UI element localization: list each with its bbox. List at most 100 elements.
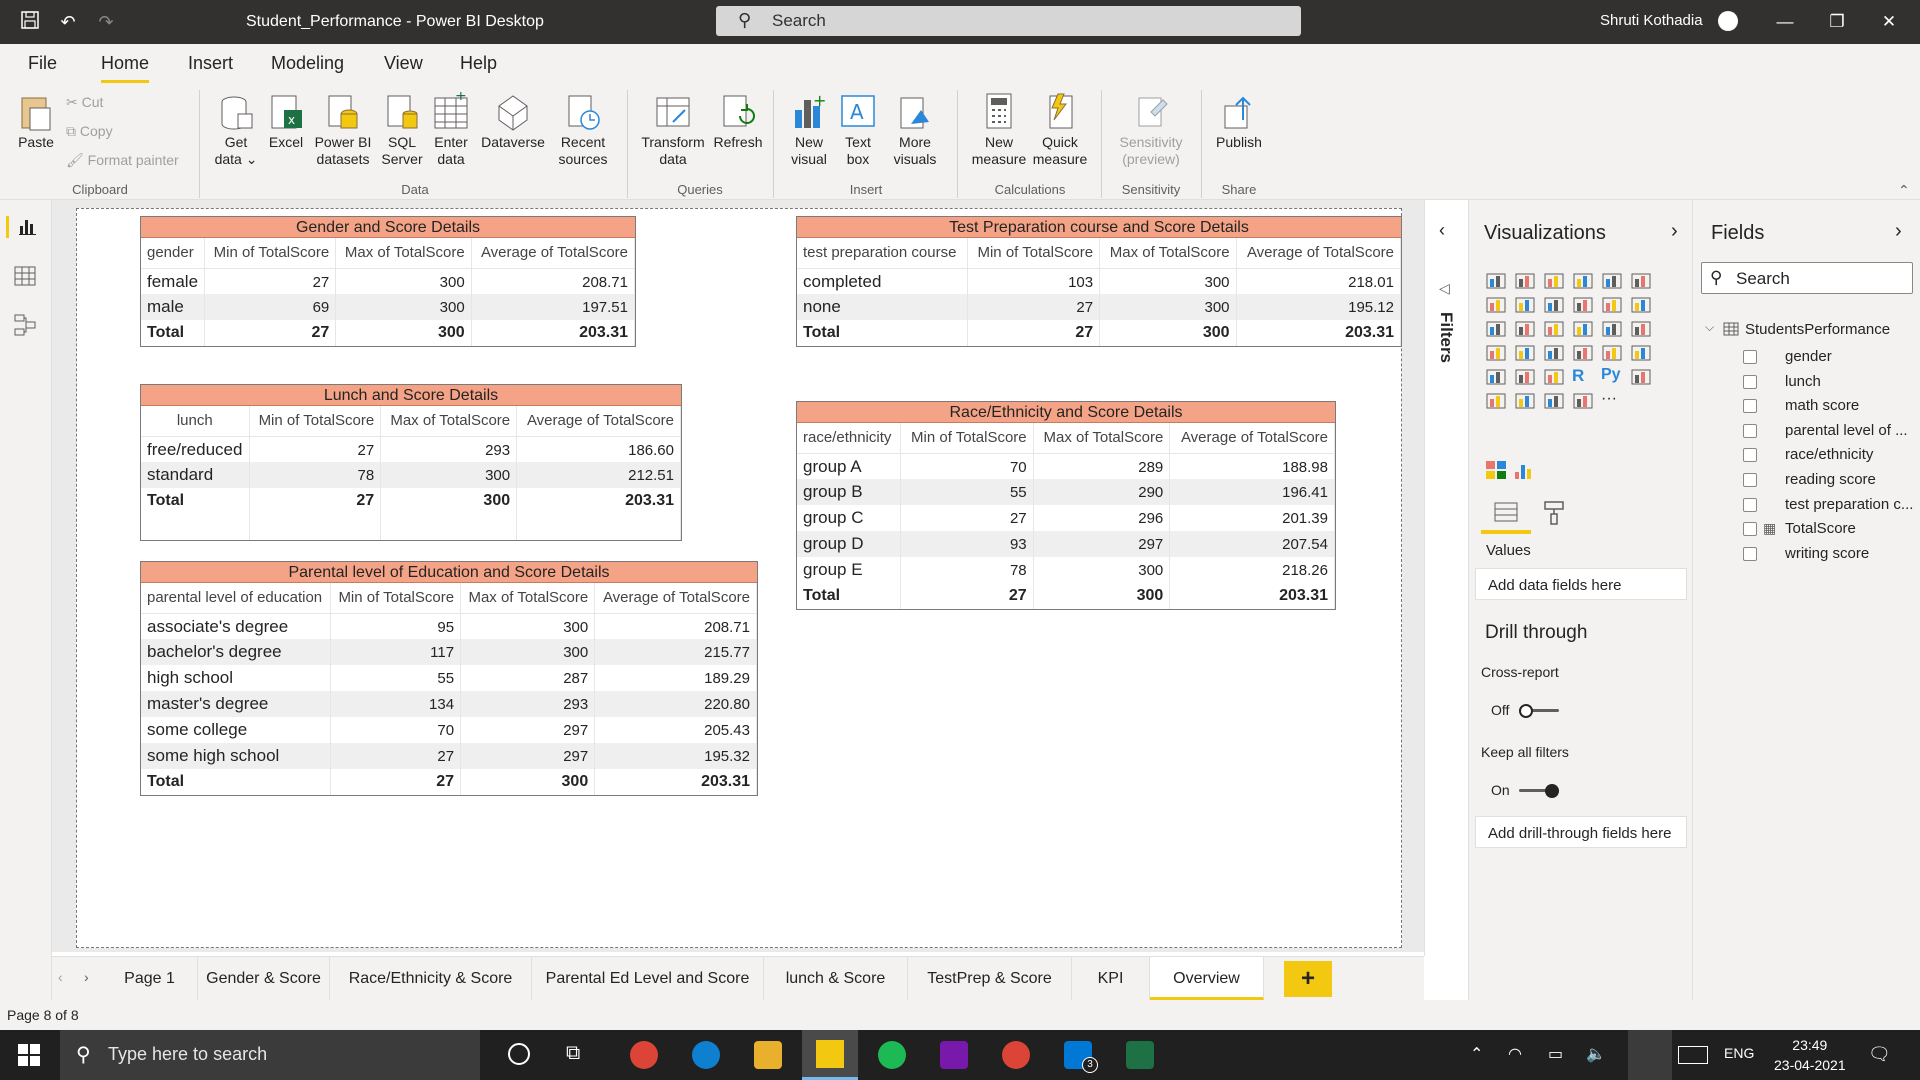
battery-icon[interactable]: ▭ (1548, 1044, 1563, 1064)
column-header[interactable]: Average of TotalScore (516, 406, 681, 437)
sql-server-button[interactable]: SQL Server (380, 92, 424, 168)
field-item[interactable]: math score (1785, 397, 1859, 414)
donut-visual-icon[interactable] (1601, 318, 1623, 338)
clustered-column-visual-icon[interactable] (1572, 270, 1594, 290)
menu-insert[interactable]: Insert (188, 53, 233, 74)
column-header[interactable]: test preparation course (797, 238, 968, 269)
chrome-icon[interactable] (630, 1041, 658, 1069)
field-checkbox[interactable] (1743, 399, 1757, 414)
get-data-button[interactable]: Get data ⌄ (210, 92, 262, 168)
mail-icon[interactable]: 3 (1064, 1041, 1098, 1073)
field-item[interactable]: test preparation c... (1785, 496, 1913, 513)
decomposition-tree-visual-icon[interactable] (1485, 390, 1507, 410)
qa-visual-icon[interactable] (1514, 390, 1536, 410)
filters-pane-collapsed[interactable]: ‹ ◁ Filters (1424, 200, 1468, 956)
chevron-left-icon[interactable]: ‹ (1439, 220, 1445, 241)
volume-icon[interactable]: 🔈 (1586, 1044, 1606, 1064)
onenote-icon[interactable] (940, 1041, 968, 1069)
add-page-button[interactable]: + (1284, 961, 1332, 997)
file-explorer-icon[interactable] (754, 1041, 782, 1069)
menu-view[interactable]: View (384, 53, 423, 74)
excel-button[interactable]: x Excel (266, 92, 306, 151)
task-view-icon[interactable]: ⧉ (566, 1042, 580, 1065)
lunch-score-table[interactable]: Lunch and Score Details lunch Min of Tot… (140, 384, 682, 541)
field-checkbox[interactable] (1743, 546, 1757, 561)
column-header[interactable]: Average of TotalScore (1169, 423, 1335, 454)
collapse-ribbon-icon[interactable]: ⌃ (1898, 182, 1910, 199)
filled-map-visual-icon[interactable] (1514, 342, 1536, 362)
matrix-visual-icon[interactable] (1543, 366, 1565, 386)
field-item[interactable]: race/ethnicity (1785, 446, 1873, 463)
menu-modeling[interactable]: Modeling (271, 53, 344, 74)
restore-icon[interactable]: ❐ (1822, 8, 1852, 36)
paginated-visual-icon[interactable] (1572, 390, 1594, 410)
more-visuals-button[interactable]: More visuals (884, 92, 946, 168)
menu-help[interactable]: Help (460, 53, 497, 74)
notifications-icon[interactable]: 🗨 (1868, 1044, 1891, 1065)
100-bar-visual-icon[interactable] (1601, 270, 1623, 290)
power-bi-taskbar-button[interactable] (802, 1030, 858, 1080)
enter-data-button[interactable]: + Enter data (428, 88, 474, 168)
chevron-right-icon[interactable]: › (1895, 220, 1902, 243)
tab-race-ethnicity-score[interactable]: Race/Ethnicity & Score (330, 957, 532, 1001)
matrix-visual-icon[interactable] (1485, 460, 1507, 485)
format-painter-button[interactable]: 🖌 Format painter (66, 152, 179, 169)
dataverse-button[interactable]: Dataverse (478, 92, 548, 151)
report-canvas[interactable]: Gender and Score Details gender Min of T… (76, 208, 1402, 948)
paste-button[interactable]: Paste (14, 92, 58, 151)
cross-report-toggle[interactable] (1519, 704, 1559, 718)
column-header[interactable]: Max of TotalScore (380, 406, 518, 437)
fields-table-name[interactable]: StudentsPerformance (1745, 321, 1890, 338)
close-icon[interactable]: ✕ (1874, 8, 1904, 36)
custom-visual-icon[interactable] (1513, 460, 1535, 485)
treemap-visual-icon[interactable] (1630, 318, 1652, 338)
keep-filters-toggle[interactable] (1519, 784, 1559, 798)
wifi-icon[interactable]: ◠ (1508, 1044, 1522, 1064)
field-checkbox[interactable] (1743, 473, 1757, 487)
tab-page-1[interactable]: Page 1 (102, 957, 198, 1001)
undo-icon[interactable]: ↶ (56, 10, 80, 34)
edge-icon[interactable] (692, 1041, 720, 1069)
format-paint-roller-icon[interactable] (1541, 500, 1567, 531)
kpi-visual-icon[interactable] (1630, 342, 1652, 362)
tab-kpi[interactable]: KPI (1072, 957, 1150, 1001)
line-column-visual-icon[interactable] (1572, 294, 1594, 314)
stacked-column-visual-icon[interactable] (1514, 270, 1536, 290)
scroll-left-icon[interactable]: ‹ (58, 969, 63, 985)
race-score-table[interactable]: Race/Ethnicity and Score Details race/et… (796, 401, 1336, 610)
field-item[interactable]: reading score (1785, 471, 1876, 488)
column-header[interactable]: Min of TotalScore (967, 238, 1101, 269)
r-script-visual-icon[interactable]: R (1572, 366, 1594, 386)
column-header[interactable]: Max of TotalScore (1099, 238, 1237, 269)
slicer-visual-icon[interactable] (1485, 366, 1507, 386)
field-checkbox[interactable] (1743, 350, 1757, 364)
field-item[interactable]: parental level of ... (1785, 422, 1908, 439)
column-header[interactable]: Average of TotalScore (1236, 238, 1402, 269)
column-header[interactable]: race/ethnicity (797, 423, 902, 454)
line-visual-icon[interactable] (1485, 294, 1507, 314)
report-view-icon[interactable] (6, 216, 42, 238)
column-header[interactable]: Min of TotalScore (249, 406, 382, 437)
publish-button[interactable]: Publish (1210, 92, 1268, 151)
field-item[interactable]: TotalScore ▦ (1763, 520, 1856, 537)
field-checkbox[interactable] (1743, 522, 1757, 537)
map-visual-icon[interactable] (1485, 342, 1507, 362)
new-measure-button[interactable]: New measure (968, 92, 1030, 168)
field-checkbox[interactable] (1743, 497, 1757, 512)
funnel-visual-icon[interactable] (1514, 318, 1536, 338)
sensitivity-button[interactable]: Sensitivity (preview) (1108, 92, 1194, 168)
clock[interactable]: 23:49 23-04-2021 (1774, 1035, 1846, 1075)
data-view-icon[interactable] (14, 266, 38, 288)
stacked-area-visual-icon[interactable] (1543, 294, 1565, 314)
field-checkbox[interactable] (1743, 448, 1757, 463)
chevron-right-icon[interactable]: › (1671, 220, 1678, 243)
column-header[interactable]: Average of TotalScore (471, 238, 636, 269)
smart-narrative-visual-icon[interactable] (1543, 390, 1565, 410)
power-bi-datasets-button[interactable]: Power BI datasets (312, 92, 374, 168)
clustered-bar-visual-icon[interactable] (1543, 270, 1565, 290)
gauge-visual-icon[interactable] (1543, 342, 1565, 362)
recent-sources-button[interactable]: Recent sources (552, 92, 614, 168)
cortana-icon[interactable] (508, 1043, 530, 1065)
tab-parental-ed-score[interactable]: Parental Ed Level and Score (532, 957, 764, 1001)
new-visual-button[interactable]: + New visual (786, 91, 832, 168)
